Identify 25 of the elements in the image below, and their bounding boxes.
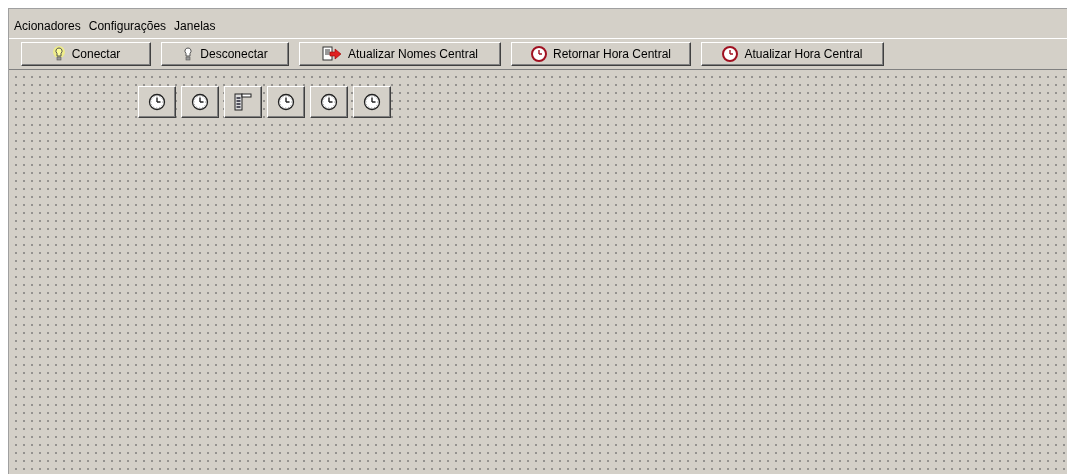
clock-button[interactable] [138, 86, 176, 118]
lightbulb-icon [51, 46, 66, 62]
menu-item[interactable]: Janelas [173, 19, 217, 33]
toolbar-button[interactable]: Conectar [21, 42, 151, 66]
clock-button[interactable] [353, 86, 391, 118]
toolbar-button[interactable]: Desconectar [161, 42, 289, 66]
clock-button[interactable] [181, 86, 219, 118]
clock-button[interactable] [267, 86, 305, 118]
lightbulb-icon [182, 46, 195, 62]
menu-item[interactable]: Acionadores [13, 19, 82, 33]
clock-icon [320, 93, 338, 111]
clock-icon [148, 93, 166, 111]
clock-icon [363, 93, 381, 111]
list-button[interactable] [224, 86, 262, 118]
clock-icon [722, 46, 739, 62]
clock-icon [191, 93, 209, 111]
clock-icon [530, 46, 547, 62]
clock-icon [277, 93, 295, 111]
menu-item[interactable]: Configurações [87, 19, 168, 33]
toolbar-button[interactable]: Atualizar Nomes Central [299, 42, 501, 66]
toolbar-button[interactable]: Atualizar Hora Central [701, 42, 884, 66]
clock-button[interactable] [310, 86, 348, 118]
toolbar-button[interactable]: Retornar Hora Central [511, 42, 691, 66]
list-icon [233, 93, 253, 111]
document-arrow-icon [321, 46, 342, 62]
